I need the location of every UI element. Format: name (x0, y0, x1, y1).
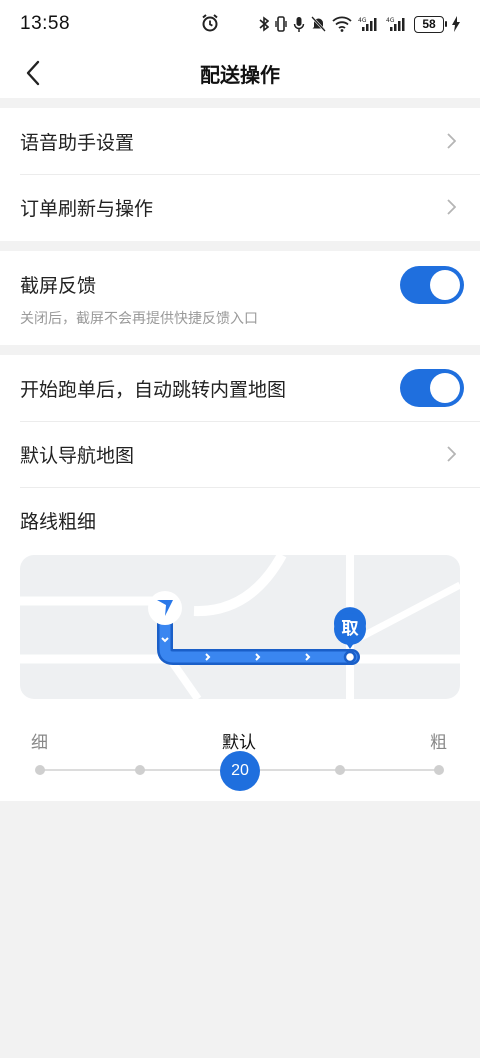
slider-step-dot[interactable] (135, 765, 145, 775)
voice-assistant-label: 语音助手设置 (20, 132, 135, 154)
start-location-icon (148, 591, 182, 625)
nav-bar: 配送操作 (0, 48, 480, 98)
screenshot-feedback-toggle[interactable] (400, 266, 464, 304)
status-bar: 13:58 4G 4G 58 (0, 0, 480, 48)
toggle-knob (430, 373, 460, 403)
slider-default-label: 默认 (222, 733, 256, 752)
slider-step-dot[interactable] (434, 765, 444, 775)
settings-section-2: 截屏反馈 关闭后，截屏不会再提供快捷反馈入口 (0, 251, 480, 345)
pickup-marker-label: 取 (341, 619, 359, 638)
chevron-right-icon (447, 446, 456, 462)
route-width-header: 路线粗细 (0, 487, 480, 553)
route-width-label: 路线粗细 (20, 511, 97, 533)
mute-icon (311, 16, 326, 32)
default-nav-map-item[interactable]: 默认导航地图 (0, 421, 480, 487)
auto-jump-map-item: 开始跑单后，自动跳转内置地图 (0, 355, 480, 421)
status-time: 13:58 (20, 13, 71, 34)
route-width-slider-labels: 细 默认 粗 (0, 728, 480, 752)
order-refresh-settings-item[interactable]: 订单刷新与操作 (0, 174, 480, 240)
signal-4g-icon: 4G (358, 16, 380, 32)
alarm-icon (200, 13, 220, 33)
signal-4g-icon: 4G (386, 16, 408, 32)
route-line (157, 611, 360, 665)
vibrate-icon (275, 16, 287, 32)
mic-icon (293, 16, 305, 33)
toggle-knob (430, 270, 460, 300)
auto-jump-map-label: 开始跑单后，自动跳转内置地图 (20, 379, 287, 401)
battery-level: 58 (422, 17, 436, 31)
charging-icon (452, 16, 460, 32)
voice-assistant-settings-item[interactable]: 语音助手设置 (0, 108, 480, 174)
auto-jump-map-toggle[interactable] (400, 369, 464, 407)
bluetooth-icon (259, 16, 269, 32)
route-preview-graphic (20, 555, 460, 699)
status-icons: 4G 4G 58 (259, 15, 460, 33)
screenshot-feedback-label: 截屏反馈 (20, 276, 97, 297)
wifi-icon (332, 16, 352, 32)
back-arrow-icon (26, 60, 40, 86)
screenshot-feedback-description: 关闭后，截屏不会再提供快捷反馈入口 (20, 310, 258, 326)
page-title: 配送操作 (200, 64, 280, 87)
slider-min-label: 细 (31, 733, 48, 752)
default-nav-map-label: 默认导航地图 (20, 445, 135, 467)
svg-text:4G: 4G (386, 17, 395, 24)
battery-icon: 58 (414, 15, 447, 33)
svg-text:4G: 4G (358, 17, 367, 24)
settings-section-1: 语音助手设置 订单刷新与操作 (0, 108, 480, 241)
slider-step-dot[interactable] (335, 765, 345, 775)
route-preview-map: 取 (20, 555, 460, 699)
order-refresh-label: 订单刷新与操作 (20, 198, 154, 220)
chevron-right-icon (447, 133, 456, 149)
slider-max-label: 粗 (430, 733, 447, 752)
route-width-slider-thumb[interactable]: 20 (220, 751, 260, 791)
slider-step-dot[interactable] (35, 765, 45, 775)
chevron-right-icon (447, 199, 456, 215)
slider-value: 20 (231, 762, 249, 779)
back-button[interactable] (18, 58, 48, 88)
